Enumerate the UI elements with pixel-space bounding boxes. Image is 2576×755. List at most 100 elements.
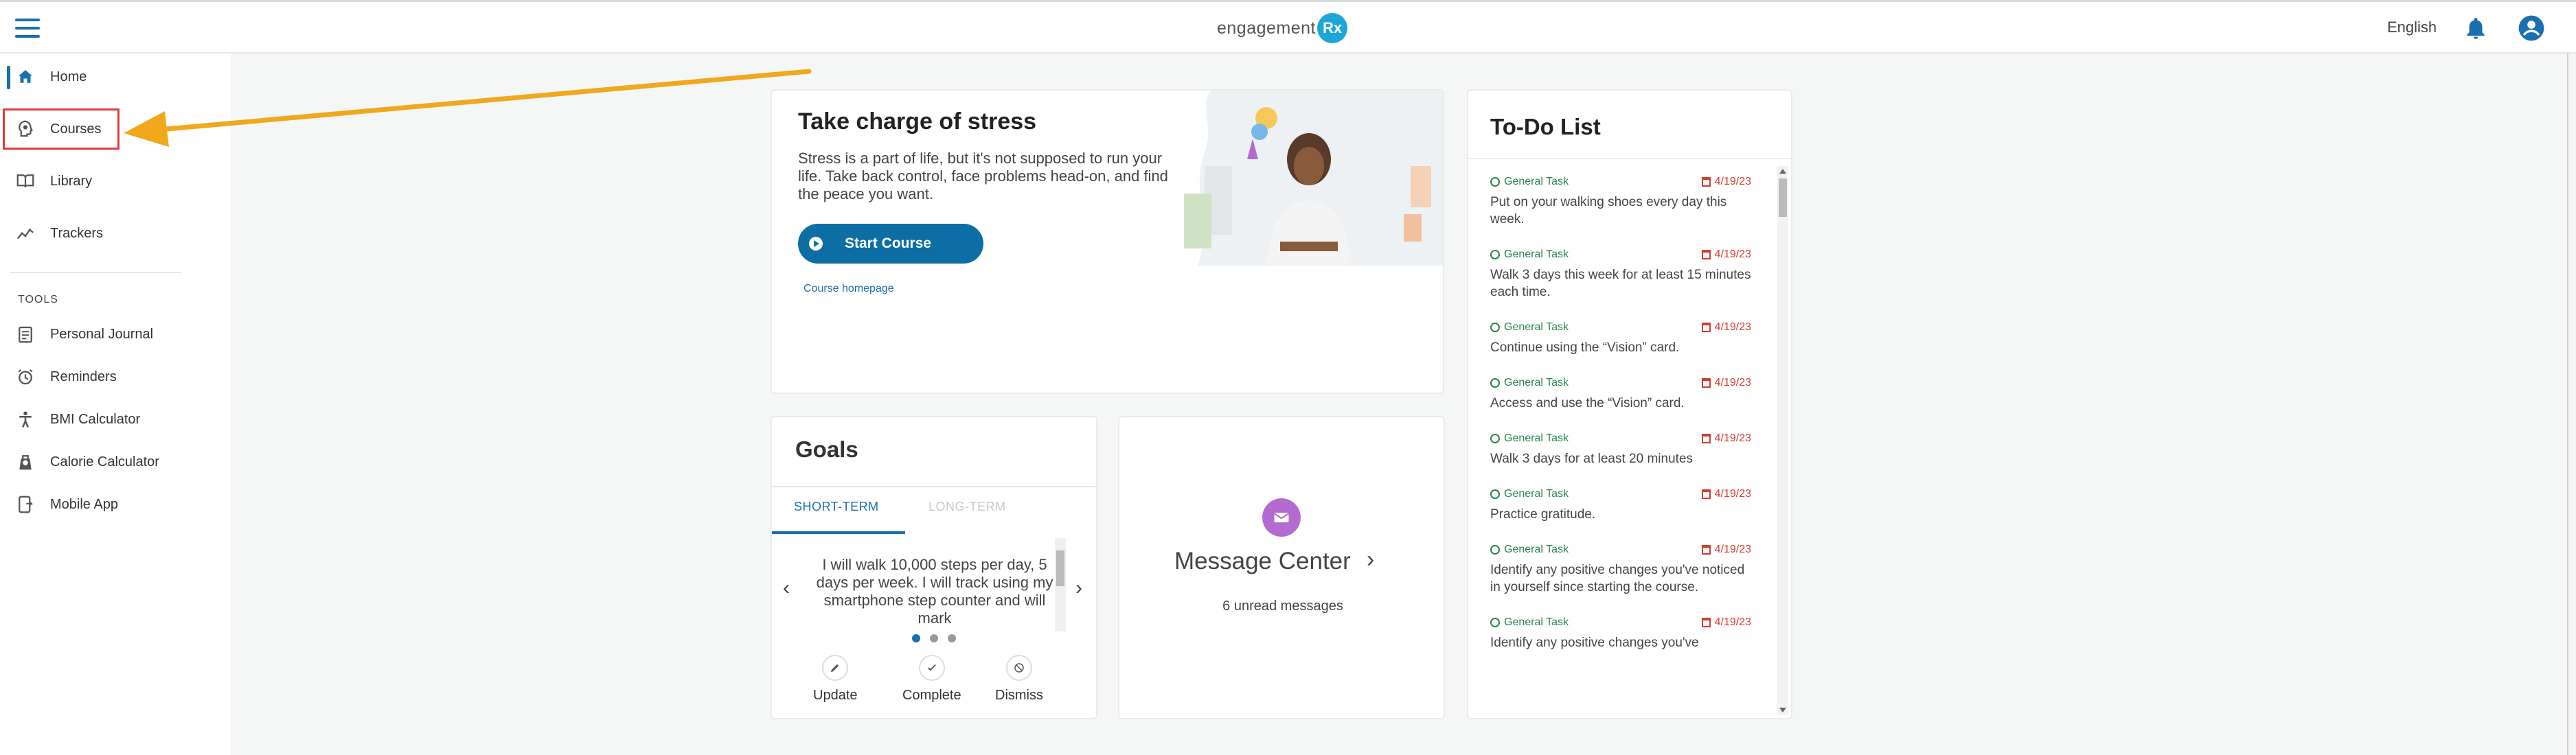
- task-tag: General Task: [1490, 544, 1569, 556]
- task-text: Identify any positive changes you've: [1490, 636, 1699, 650]
- task-text: Access and use the “Vision” card.: [1490, 396, 1685, 410]
- pencil-icon: [831, 664, 839, 672]
- calendar-icon: [1701, 545, 1711, 555]
- message-center-card[interactable]: Message Center › 6 unread messages: [1118, 416, 1445, 719]
- sidebar-item-calorie-calculator[interactable]: Calorie Calculator: [0, 443, 231, 481]
- sidebar-item-trackers[interactable]: Trackers: [0, 214, 231, 253]
- todo-card: To-Do List General Task 4/19/23 Put on yo…: [1467, 89, 1792, 719]
- sidebar-item-label: Trackers: [50, 225, 104, 241]
- unread-count: 6 unread messages: [1222, 599, 1343, 614]
- sidebar-item-label: Library: [50, 173, 93, 189]
- chart-line-icon: [16, 229, 34, 240]
- todo-scrollbar[interactable]: [1777, 166, 1788, 715]
- sidebar-item-reminders[interactable]: Reminders: [0, 358, 231, 396]
- carousel-dot[interactable]: [912, 634, 920, 642]
- task-date: 4/19/23: [1701, 488, 1751, 500]
- sidebar-item-bmi-calculator[interactable]: BMI Calculator: [0, 400, 231, 439]
- message-center-title[interactable]: Message Center: [1174, 548, 1351, 575]
- todo-item[interactable]: General Task 4/19/23 Walk 3 days for at l…: [1490, 432, 1751, 467]
- task-tag: General Task: [1490, 616, 1569, 629]
- calendar-icon: [1701, 489, 1711, 499]
- todo-divider: [1468, 158, 1791, 159]
- active-tab-indicator: [772, 531, 905, 534]
- calendar-icon: [1701, 177, 1711, 187]
- tab-short-term[interactable]: SHORT-TERM: [794, 500, 879, 514]
- alarm-clock-icon: [18, 369, 33, 385]
- language-selector[interactable]: English: [2387, 19, 2437, 36]
- complete-label: Complete: [902, 688, 961, 703]
- task-text: Walk 3 days for at least 20 minutes: [1490, 452, 1693, 466]
- check-circle-icon: [1490, 177, 1500, 187]
- top-bar: engagement Rx English: [0, 0, 2576, 54]
- task-date: 4/19/23: [1701, 432, 1751, 445]
- todo-item[interactable]: General Task 4/19/23 Walk 3 days this wee…: [1490, 248, 1751, 301]
- task-date: 4/19/23: [1701, 176, 1751, 188]
- scale-icon: [19, 455, 32, 470]
- task-date: 4/19/23: [1701, 248, 1751, 261]
- mail-icon: [1262, 498, 1301, 537]
- course-homepage-link[interactable]: Course homepage: [803, 283, 894, 295]
- task-date: 4/19/23: [1701, 377, 1751, 389]
- sidebar-divider: [10, 272, 181, 273]
- task-tag: General Task: [1490, 321, 1569, 334]
- todo-item[interactable]: General Task 4/19/23 Practice gratitude.: [1490, 488, 1751, 523]
- carousel-dot[interactable]: [948, 634, 956, 642]
- scroll-up-icon: [1779, 169, 1786, 174]
- dismiss-goal-button[interactable]: Dismiss: [995, 655, 1043, 704]
- task-tag: General Task: [1490, 248, 1569, 261]
- carousel-dot[interactable]: [930, 634, 938, 642]
- task-tag: General Task: [1490, 488, 1569, 500]
- sidebar-item-mobile-app[interactable]: Mobile App: [0, 485, 231, 524]
- todo-item[interactable]: General Task 4/19/23 Identify any positiv…: [1490, 544, 1751, 596]
- course-description: Stress is a part of life, but it's not s…: [798, 150, 1168, 202]
- check-circle-icon: [1490, 489, 1500, 499]
- task-text: Practice gratitude.: [1490, 507, 1596, 522]
- window-edge: [2567, 54, 2568, 755]
- goals-tabs-divider: [772, 486, 1096, 487]
- chevron-right-icon[interactable]: ›: [1367, 546, 1374, 573]
- check-circle-icon: [1490, 434, 1500, 443]
- scrollbar-thumb: [1779, 178, 1787, 217]
- person-icon: [19, 411, 32, 428]
- carousel-dots: [912, 634, 966, 642]
- account-icon[interactable]: [2518, 14, 2545, 42]
- start-course-button[interactable]: Start Course: [798, 224, 983, 264]
- todo-item[interactable]: General Task 4/19/23 Identify any positiv…: [1490, 616, 1751, 651]
- complete-goal-button[interactable]: Complete: [902, 655, 961, 704]
- sidebar-item-personal-journal[interactable]: Personal Journal: [0, 315, 231, 353]
- update-label: Update: [813, 688, 858, 703]
- task-date: 4/19/23: [1701, 616, 1751, 629]
- start-course-label: Start Course: [845, 235, 932, 251]
- hamburger-menu-icon[interactable]: [15, 19, 40, 38]
- todo-item[interactable]: General Task 4/19/23 Continue using the “…: [1490, 321, 1751, 356]
- goals-card: Goals SHORT-TERM LONG-TERM ‹ I will walk…: [771, 416, 1097, 719]
- check-circle-icon: [1490, 250, 1500, 259]
- update-goal-button[interactable]: Update: [813, 655, 858, 704]
- tab-long-term[interactable]: LONG-TERM: [928, 500, 1006, 514]
- logo-badge: Rx: [1317, 13, 1348, 43]
- task-text: Put on your walking shoes every day this…: [1490, 195, 1727, 226]
- goal-scrollbar[interactable]: [1055, 538, 1066, 631]
- chevron-left-icon[interactable]: ‹: [783, 577, 790, 600]
- course-title: Take charge of stress: [798, 108, 1037, 135]
- notification-bell-icon[interactable]: [2463, 14, 2489, 42]
- sidebar-item-library[interactable]: Library: [0, 162, 231, 200]
- todo-item[interactable]: General Task 4/19/23 Access and use the “…: [1490, 377, 1751, 412]
- todo-title: To-Do List: [1490, 114, 1601, 139]
- sidebar: Home Courses Library Trackers TOOLS Pers…: [0, 54, 231, 755]
- mobile-icon: [19, 496, 34, 513]
- sidebar-item-label: BMI Calculator: [50, 411, 141, 427]
- play-icon: [809, 237, 823, 251]
- journal-icon: [19, 326, 32, 343]
- task-date: 4/19/23: [1701, 321, 1751, 334]
- chevron-right-icon[interactable]: ›: [1075, 577, 1082, 600]
- task-tag: General Task: [1490, 377, 1569, 389]
- logo[interactable]: engagement Rx: [1217, 13, 1348, 43]
- task-text: Walk 3 days this week for at least 15 mi…: [1490, 268, 1751, 299]
- calendar-icon: [1701, 323, 1711, 332]
- sidebar-item-label: Reminders: [50, 369, 117, 384]
- book-icon: [16, 174, 34, 187]
- todo-item[interactable]: General Task 4/19/23 Put on your walking …: [1490, 176, 1751, 228]
- check-circle-icon: [1490, 618, 1500, 627]
- sidebar-item-label: Calorie Calculator: [50, 454, 159, 469]
